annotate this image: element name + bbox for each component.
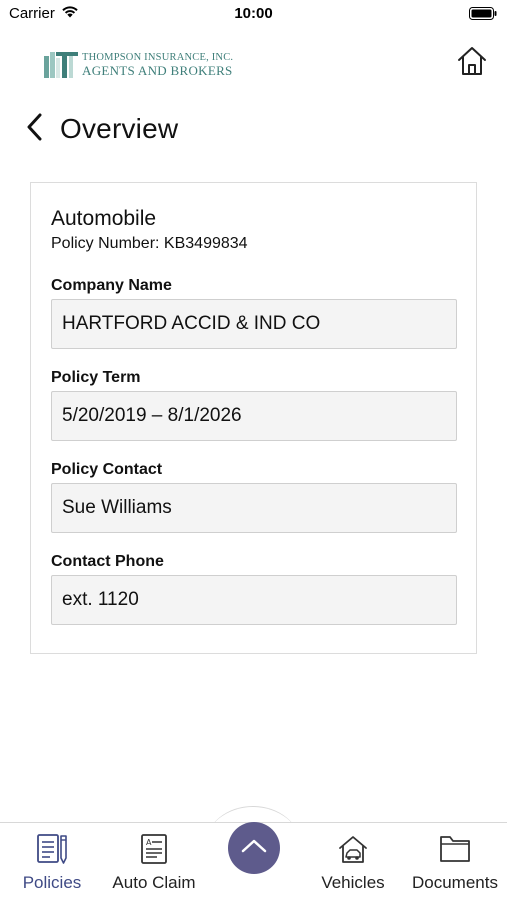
- tab-vehicles-label: Vehicles: [321, 873, 385, 892]
- app-header: THOMPSON INSURANCE, INC. AGENTS AND BROK…: [0, 40, 507, 92]
- contact-phone-field: Contact Phone ext. 1120: [51, 553, 458, 625]
- policy-contact-value: Sue Williams: [51, 483, 457, 533]
- auto-claim-icon: A: [136, 831, 172, 867]
- policy-contact-field: Policy Contact Sue Williams: [51, 461, 458, 533]
- logo-text: THOMPSON INSURANCE, INC. AGENTS AND BROK…: [82, 51, 234, 79]
- back-button[interactable]: [22, 112, 46, 146]
- policy-contact-label: Policy Contact: [51, 461, 163, 478]
- status-time: 10:00: [234, 5, 273, 22]
- tab-documents[interactable]: Documents: [405, 831, 505, 893]
- chevron-up-icon: [241, 838, 267, 859]
- policy-term-value: 5/20/2019 – 8/1/2026: [51, 391, 457, 441]
- tab-documents-label: Documents: [412, 873, 498, 892]
- policies-icon: [34, 831, 70, 867]
- policy-card: Automobile Policy Number: KB3499834 Comp…: [30, 182, 477, 654]
- chevron-left-icon: [26, 113, 42, 146]
- home-button[interactable]: [455, 46, 489, 80]
- expand-menu-button[interactable]: [228, 822, 280, 874]
- tab-vehicles[interactable]: Vehicles: [303, 831, 403, 893]
- company-name-field: Company Name HARTFORD ACCID & IND CO: [51, 277, 458, 349]
- policy-term-field: Policy Term 5/20/2019 – 8/1/2026: [51, 369, 458, 441]
- page-header: Overview: [22, 108, 178, 150]
- documents-icon: [437, 831, 473, 867]
- contact-phone-label: Contact Phone: [51, 553, 164, 570]
- tab-auto-claim-label: Auto Claim: [112, 873, 196, 892]
- company-logo: THOMPSON INSURANCE, INC. AGENTS AND BROK…: [44, 52, 233, 78]
- company-name-label: Company Name: [51, 277, 172, 294]
- page-title: Overview: [60, 113, 179, 144]
- logo-company-name: THOMPSON INSURANCE, INC.: [82, 51, 234, 63]
- company-name-value: HARTFORD ACCID & IND CO: [51, 299, 457, 349]
- contact-phone-value: ext. 1120: [51, 575, 457, 625]
- vehicles-icon: [335, 831, 371, 867]
- battery-icon: [469, 7, 497, 25]
- policy-type: Automobile: [51, 207, 157, 230]
- home-icon: [456, 46, 488, 81]
- policy-term-label: Policy Term: [51, 369, 141, 386]
- tab-policies-label: Policies: [22, 873, 82, 892]
- svg-text:A: A: [146, 838, 152, 847]
- status-bar: Carrier 10:00: [0, 0, 507, 28]
- tab-policies[interactable]: Policies: [2, 831, 102, 893]
- logo-mark-icon: [44, 52, 78, 78]
- logo-tagline: AGENTS AND BROKERS: [82, 63, 233, 79]
- tab-auto-claim[interactable]: A Auto Claim: [104, 831, 204, 893]
- policy-number: Policy Number: KB3499834: [51, 235, 248, 252]
